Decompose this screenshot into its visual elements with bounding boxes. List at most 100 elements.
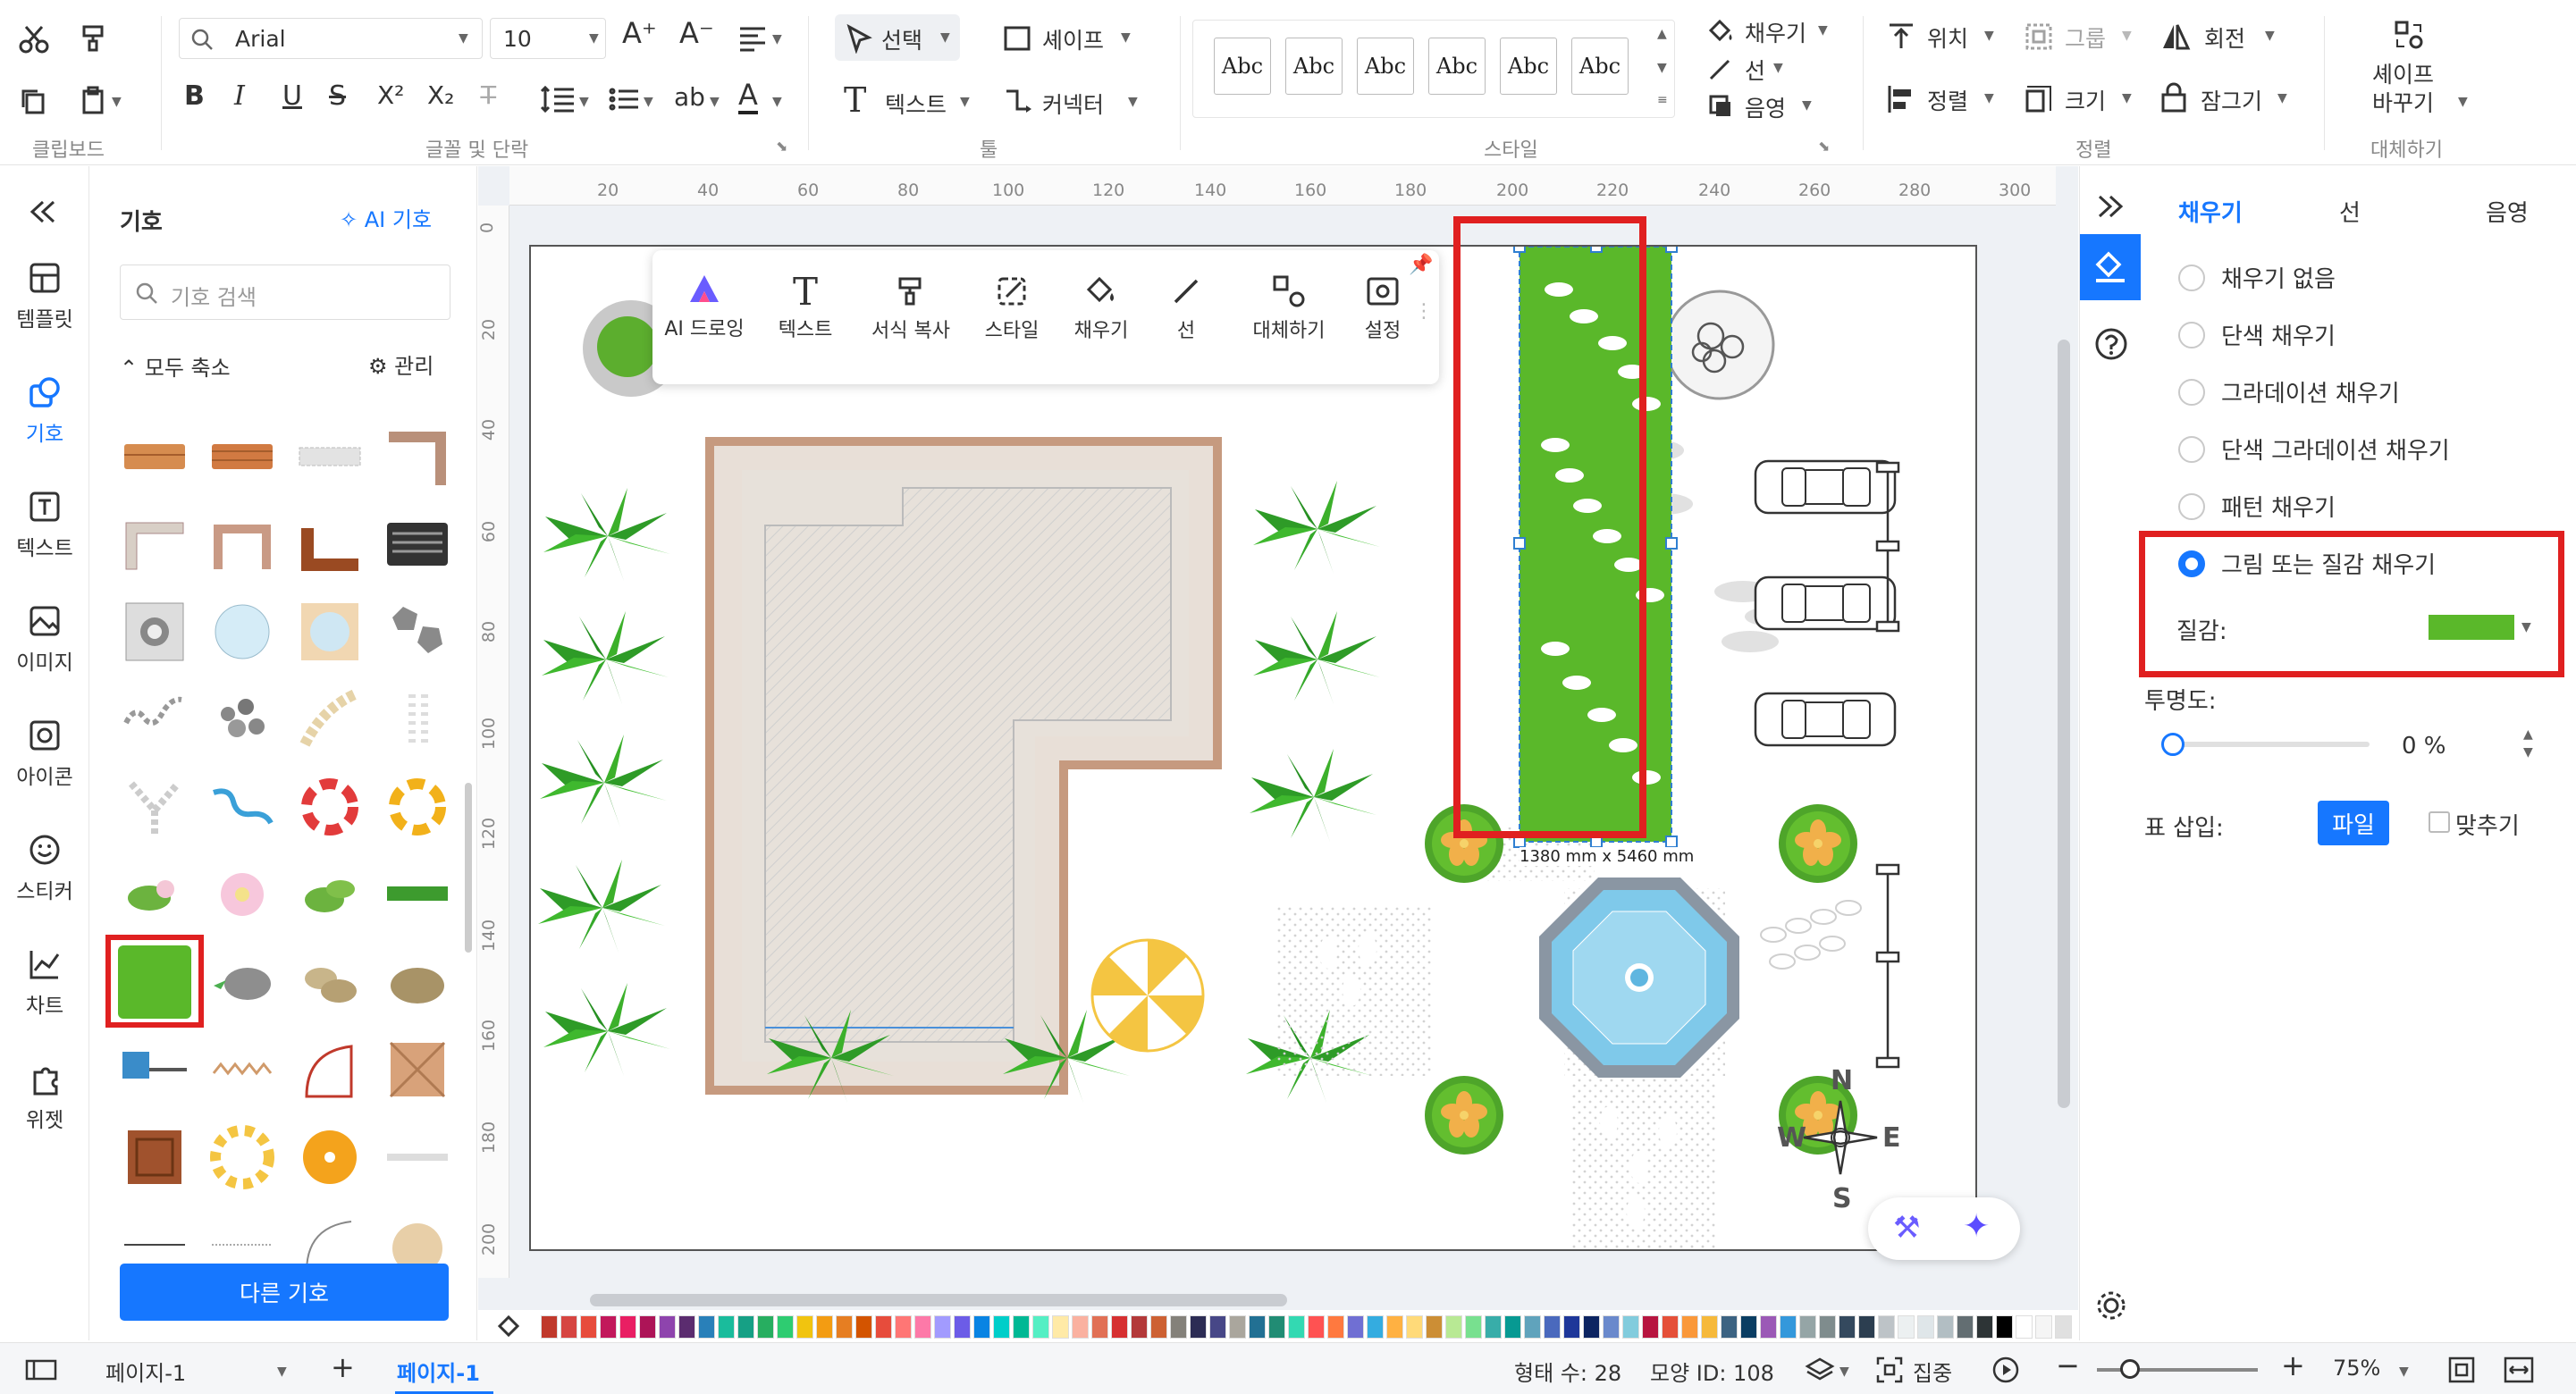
color-swatch[interactable] <box>1268 1315 1285 1339</box>
text-case-button[interactable]: T̶ <box>481 80 496 110</box>
symbol-item[interactable] <box>118 420 191 493</box>
color-swatch[interactable] <box>1190 1315 1207 1339</box>
radio-pattern-fill[interactable] <box>2178 493 2205 520</box>
symbol-item[interactable] <box>293 508 366 581</box>
nav-symbols[interactable]: 기호 <box>0 375 89 447</box>
pin-icon[interactable]: 📌 <box>1409 254 1433 276</box>
color-swatch[interactable] <box>718 1315 735 1339</box>
drawing-page[interactable]: 1380 mm x 5460 mm N S W E <box>529 245 1977 1251</box>
format-painter-button[interactable]: 서식 복사 <box>854 250 967 384</box>
color-swatch[interactable] <box>1426 1315 1443 1339</box>
color-swatch[interactable] <box>619 1315 636 1339</box>
position-button[interactable]: 위치 ▼ <box>1886 16 2002 57</box>
color-swatch[interactable] <box>1367 1315 1384 1339</box>
expand-panel-icon[interactable] <box>2094 193 2126 220</box>
color-swatch[interactable] <box>1150 1315 1167 1339</box>
shape-tool-button[interactable]: 셰이프 ▼ <box>996 14 1139 61</box>
canvas-vertical-scrollbar[interactable] <box>2058 340 2070 1108</box>
color-swatch[interactable] <box>1878 1315 1895 1339</box>
symbol-item[interactable] <box>381 858 454 931</box>
color-swatch[interactable] <box>1406 1315 1423 1339</box>
color-swatch[interactable] <box>639 1315 656 1339</box>
canvas-horizontal-scrollbar[interactable] <box>590 1294 1287 1306</box>
font-dialog-launcher-icon[interactable]: ⬊ <box>776 138 787 155</box>
nav-sticker[interactable]: 스티커 <box>0 833 89 904</box>
color-swatch[interactable] <box>1858 1315 1875 1339</box>
color-swatch[interactable] <box>1445 1315 1462 1339</box>
increase-font-icon[interactable]: A⁺ <box>622 16 657 50</box>
color-swatch[interactable] <box>895 1315 912 1339</box>
symbol-item[interactable] <box>293 945 366 1019</box>
paste-icon[interactable] <box>77 84 109 116</box>
color-swatch[interactable] <box>1996 1315 2013 1339</box>
symbol-item[interactable] <box>381 1033 454 1106</box>
color-swatch[interactable] <box>1622 1315 1639 1339</box>
color-swatch[interactable] <box>816 1315 833 1339</box>
fill-button-floating[interactable]: 채우기 <box>1056 250 1146 384</box>
color-swatch[interactable] <box>1288 1315 1305 1339</box>
symbol-item[interactable] <box>293 1033 366 1106</box>
layers-icon[interactable] <box>1804 1356 1836 1384</box>
symbol-item[interactable] <box>381 508 454 581</box>
color-swatch[interactable] <box>1937 1315 1954 1339</box>
color-swatch[interactable] <box>1780 1315 1797 1339</box>
color-swatch[interactable] <box>1583 1315 1600 1339</box>
symbol-item[interactable] <box>381 1121 454 1194</box>
connector-tool-button[interactable]: 커넥터 ▼ <box>996 77 1148 123</box>
color-swatch[interactable] <box>1642 1315 1659 1339</box>
bullet-list-icon[interactable] <box>608 84 640 114</box>
nav-template[interactable]: 템플릿 <box>0 261 89 332</box>
radio-solid-fill[interactable] <box>2178 322 2205 348</box>
select-tool-button[interactable]: 선택 ▼ <box>835 14 960 61</box>
color-swatch[interactable] <box>993 1315 1010 1339</box>
line-button-floating[interactable]: 선 <box>1146 250 1226 384</box>
symbol-item[interactable] <box>206 945 279 1019</box>
text-align-icon[interactable] <box>737 23 769 54</box>
color-swatch[interactable] <box>1898 1315 1915 1339</box>
strikethrough-button[interactable]: S <box>329 80 346 112</box>
color-swatch[interactable] <box>2055 1315 2072 1339</box>
color-swatch[interactable] <box>1819 1315 1836 1339</box>
symbol-item[interactable] <box>381 420 454 493</box>
ai-sparkle-icon[interactable]: ✦ <box>1963 1208 1990 1245</box>
color-swatch[interactable] <box>1957 1315 1974 1339</box>
underline-button[interactable]: U <box>282 80 302 112</box>
color-swatch[interactable] <box>1111 1315 1128 1339</box>
color-swatch[interactable] <box>1072 1315 1089 1339</box>
zoom-in-icon[interactable]: + <box>2281 1348 2305 1382</box>
color-swatch[interactable] <box>1032 1315 1049 1339</box>
color-swatch[interactable] <box>1917 1315 1934 1339</box>
color-swatch[interactable] <box>1327 1315 1344 1339</box>
color-swatch[interactable] <box>1485 1315 1502 1339</box>
color-swatch[interactable] <box>1721 1315 1738 1339</box>
color-swatch[interactable] <box>1052 1315 1069 1339</box>
symbol-item[interactable] <box>118 770 191 844</box>
symbol-item[interactable] <box>293 770 366 844</box>
zoom-out-icon[interactable]: − <box>2056 1348 2080 1382</box>
color-swatch[interactable] <box>1839 1315 1856 1339</box>
style-scroll-down-icon[interactable]: ▼ <box>1657 61 1667 75</box>
symbol-item[interactable] <box>118 683 191 756</box>
symbol-item[interactable] <box>293 858 366 931</box>
symbol-item[interactable] <box>381 770 454 844</box>
color-swatch[interactable] <box>1799 1315 1816 1339</box>
symbol-item[interactable] <box>118 1033 191 1106</box>
color-swatch[interactable] <box>1229 1315 1246 1339</box>
symbol-item[interactable] <box>293 683 366 756</box>
align-button[interactable]: 정렬 ▼ <box>1886 79 2002 120</box>
color-swatch[interactable] <box>1209 1315 1226 1339</box>
color-swatch[interactable] <box>2035 1315 2052 1339</box>
help-icon[interactable] <box>2094 327 2128 361</box>
color-swatch[interactable] <box>698 1315 715 1339</box>
fit-checkbox[interactable] <box>2429 811 2450 833</box>
style-dialog-launcher-icon[interactable]: ⬊ <box>1818 138 1830 155</box>
symbol-item[interactable] <box>381 683 454 756</box>
tab-line[interactable]: 선 <box>2339 195 2361 228</box>
bold-button[interactable]: B <box>184 80 205 112</box>
more-icon[interactable]: ⋮ <box>1414 300 1434 323</box>
symbol-item[interactable] <box>206 683 279 756</box>
zoom-select[interactable]: 75% ▼ <box>2333 1352 2413 1388</box>
magic-wand-icon[interactable]: ⚒ <box>1893 1210 1920 1246</box>
color-swatch[interactable] <box>836 1315 853 1339</box>
color-swatch[interactable] <box>678 1315 695 1339</box>
